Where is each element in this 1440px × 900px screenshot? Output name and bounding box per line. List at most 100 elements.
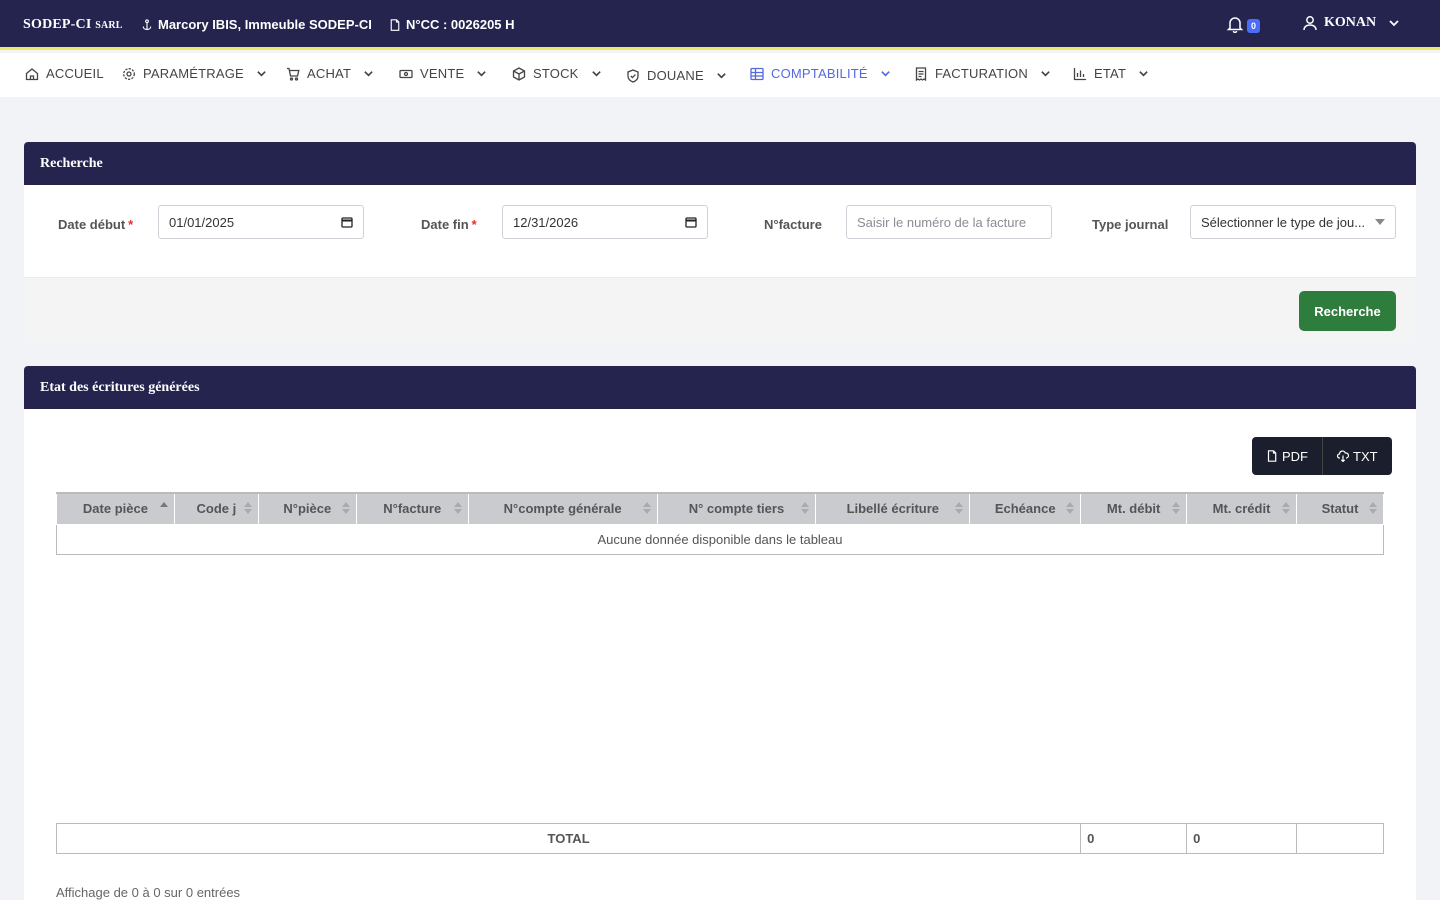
column-header-date-piece[interactable]: Date pièce [56,492,175,525]
sort-icon [341,502,350,514]
total-label: TOTAL [55,823,1082,854]
total-credit: 0 [1186,823,1297,854]
column-header-mt-debit[interactable]: Mt. débit [1080,492,1188,525]
total-table: TOTAL 0 0 [55,823,1384,854]
total-statut [1296,823,1384,854]
user-menu[interactable]: KONAN [1302,15,1400,31]
journal-label: Type journal [1092,217,1169,232]
table-info: Affichage de 0 à 0 sur 0 entrées [56,885,241,900]
sort-icon [1281,502,1290,514]
export-txt-label: TXT [1353,448,1378,464]
chevron-down-icon [477,71,487,77]
box-icon [512,66,526,81]
total-row: TOTAL 0 0 [55,823,1384,854]
brand-name: SODEP-CI [23,17,92,32]
nav-label: VENTE [420,66,465,81]
calendar-icon[interactable] [341,216,353,228]
bell-icon [1226,17,1244,33]
nav-item-douane[interactable]: DOUANE [626,68,727,83]
nav-label: COMPTABILITÉ [771,66,868,81]
chart-icon [1073,67,1086,80]
sort-icon [243,502,252,514]
file-icon [1267,450,1277,462]
nav-item-facturation[interactable]: FACTURATION [914,66,1051,81]
column-header-compte-tiers[interactable]: N° compte tiers [656,492,817,525]
column-header-num-piece[interactable]: N°pièce [257,492,357,525]
calendar-icon[interactable] [685,216,697,228]
ncc-text: N°CC : 0026205 H [406,17,515,32]
sort-icon [801,502,810,514]
column-label: N° compte tiers [688,501,785,517]
column-header-statut[interactable]: Statut [1295,492,1385,525]
label-text: Date début [58,217,126,232]
sort-icon [955,502,964,514]
table-header-row: Date pièce Code j N°pièce N°facture N°co… [56,492,1385,525]
date-debut-input[interactable]: 01/01/2025 [158,205,364,239]
brand-logo[interactable]: SODEP-CI SARL [23,17,123,33]
nav-item-accueil[interactable]: ACCUEIL [25,66,104,81]
home-icon [25,67,39,80]
sort-icon [1369,502,1377,514]
nav-item-comptabilite[interactable]: COMPTABILITÉ [750,66,891,81]
search-button[interactable]: Recherche [1299,291,1396,331]
nav-label: PARAMÉTRAGE [143,66,244,81]
nav-item-stock[interactable]: STOCK [512,66,602,81]
cart-icon [287,67,300,81]
chevron-down-icon [364,71,373,77]
nav-label: ETAT [1094,66,1127,81]
chevron-down-icon [591,71,601,77]
chevron-down-icon [257,71,266,77]
grid-icon [750,67,764,80]
facture-placeholder: Saisir le numéro de la facture [857,214,1027,230]
sort-icon [453,502,462,514]
sort-icon [1172,502,1181,514]
export-pdf-label: PDF [1282,448,1308,464]
nav-item-parametrage[interactable]: PARAMÉTRAGE [122,66,267,81]
column-label: Code j [196,501,237,517]
nav-item-etat[interactable]: ETAT [1073,66,1149,81]
journal-select[interactable]: Sélectionner le type de jou... [1190,205,1396,239]
document-icon [390,18,400,31]
column-header-echeance[interactable]: Echéance [969,492,1082,525]
nav-item-vente[interactable]: VENTE [399,66,487,81]
column-header-libelle[interactable]: Libellé écriture [815,492,971,525]
column-header-mt-credit[interactable]: Mt. crédit [1186,492,1297,525]
facture-input[interactable]: Saisir le numéro de la facture [846,205,1052,239]
nav-label: ACCUEIL [46,66,104,81]
column-label: N°facture [383,501,442,517]
journal-placeholder: Sélectionner le type de jou... [1201,214,1366,230]
export-txt-button[interactable]: TXT [1322,437,1392,475]
nav-label: STOCK [533,66,579,81]
label-text: Date fin [421,217,469,232]
column-label: Libellé écriture [846,501,940,517]
total-debit: 0 [1080,823,1188,854]
top-bar: SODEP-CI SARL Marcory IBIS, Immeuble SOD… [0,0,1440,50]
column-label: Mt. débit [1106,501,1161,517]
results-table: Date pièce Code j N°pièce N°facture N°co… [56,492,1385,555]
sort-icon [642,502,651,514]
date-debut-value: 01/01/2025 [169,214,235,230]
search-card-title: Recherche [24,142,1416,185]
search-card: Recherche Date début * 01/01/2025 Date fi… [24,142,1416,343]
sort-icon [1066,502,1075,514]
search-footer: Recherche [24,277,1416,343]
column-header-num-facture[interactable]: N°facture [355,492,469,525]
column-label: Statut [1321,501,1359,517]
column-header-compte-generale[interactable]: N°compte générale [467,492,658,525]
sort-icon [159,502,168,514]
chevron-down-icon [881,71,890,77]
date-fin-value: 12/31/2026 [513,214,579,230]
date-fin-input[interactable]: 12/31/2026 [502,205,708,239]
export-pdf-button[interactable]: PDF [1252,437,1322,475]
notifications-button[interactable]: 0 [1226,15,1261,33]
export-button-group: PDF TXT [1252,437,1392,475]
column-label: N°pièce [283,501,332,517]
table-row: Aucune donnée disponible dans le tableau [56,523,1384,555]
cash-icon [399,69,413,78]
company-address: Marcory IBIS, Immeuble SODEP-CI [141,17,372,32]
column-header-code-j[interactable]: Code j [173,492,259,525]
nav-item-achat[interactable]: ACHAT [286,66,374,81]
cloud-download-icon [1337,450,1349,462]
results-card: Etat des écritures générées PDF TXT Date… [24,366,1416,900]
brand-suffix: SARL [95,20,123,31]
